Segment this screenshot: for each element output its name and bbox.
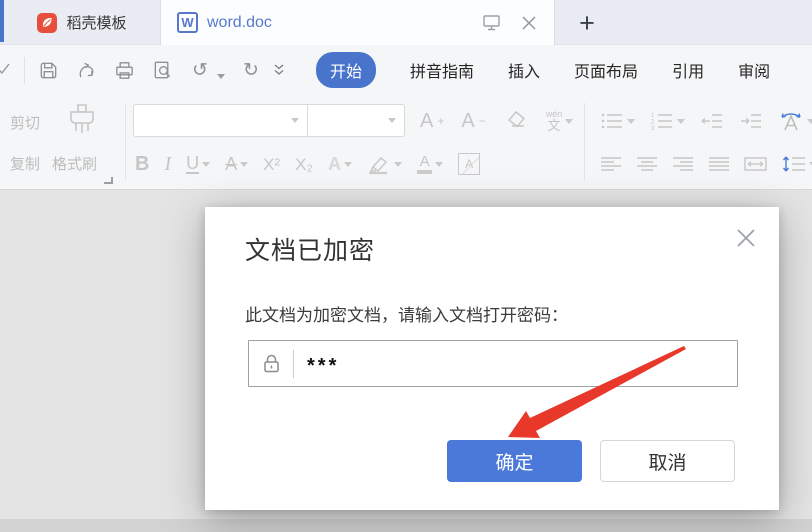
chevron-down-icon <box>394 161 403 167</box>
ribbon-tab-page-layout[interactable]: 页面布局 <box>574 58 638 82</box>
decrease-indent-icon[interactable] <box>700 111 724 131</box>
quick-access-toolbar: ↺ ↻ <box>36 58 263 82</box>
svg-text:3: 3 <box>651 126 655 131</box>
cancel-button[interactable]: 取消 <box>600 440 735 482</box>
redo-icon[interactable]: ↻ <box>239 58 263 82</box>
increase-indent-icon[interactable] <box>739 111 763 131</box>
tab-close-icon[interactable] <box>520 14 538 32</box>
font-combo-group <box>133 104 405 137</box>
password-value: *** <box>307 355 340 377</box>
text-direction-icon[interactable] <box>778 110 812 132</box>
bullet-list-icon[interactable] <box>600 111 635 131</box>
lock-icon <box>249 341 293 386</box>
wps-writer-icon: W <box>177 12 198 33</box>
highlight-color-icon[interactable] <box>367 153 403 175</box>
grow-font-button[interactable]: A + <box>420 111 444 131</box>
chevron-down-icon <box>677 118 685 124</box>
paragraph-align-tools <box>600 147 812 181</box>
screen-share-icon[interactable] <box>482 14 502 32</box>
underline-button[interactable]: U <box>186 154 211 174</box>
ribbon-tab-references[interactable]: 引用 <box>672 58 704 82</box>
dialog-title: 文档已加密 <box>245 237 376 265</box>
subscript-button[interactable]: X₂ <box>295 156 313 173</box>
chevron-down-icon <box>291 118 299 123</box>
pinyin-guide-button[interactable]: wén 文 <box>546 110 574 132</box>
format-painter-label[interactable]: 格式刷 <box>52 153 97 174</box>
print-preview-icon[interactable] <box>150 58 174 82</box>
svg-text:1: 1 <box>651 113 655 119</box>
italic-button[interactable]: I <box>164 154 171 174</box>
toolbar-divider <box>24 57 25 84</box>
character-scaling-icon[interactable] <box>744 155 768 173</box>
numbered-list-icon[interactable]: 123 <box>650 111 685 131</box>
character-shading-button[interactable]: A <box>458 153 481 175</box>
font-name-select[interactable] <box>134 105 308 136</box>
bold-button[interactable]: B <box>135 154 149 174</box>
status-bar <box>0 519 812 532</box>
shrink-font-button[interactable]: A − <box>461 111 485 131</box>
chevron-down-icon <box>627 118 635 124</box>
save-icon[interactable] <box>36 58 60 82</box>
font-style-tools: B I U A X² X₂ A A A <box>135 147 481 181</box>
password-input[interactable]: *** <box>248 340 738 387</box>
tab-bar: 稻壳模板 W word.doc + <box>0 0 812 45</box>
docer-logo-icon <box>37 12 58 33</box>
tab-doc-label: word.doc <box>207 13 272 31</box>
tab-docer-templates[interactable]: 稻壳模板 <box>4 0 160 45</box>
toolbar-divider <box>584 103 585 181</box>
align-center-icon[interactable] <box>636 156 658 172</box>
cut-button[interactable]: 剪切 <box>10 112 40 133</box>
password-dialog: 文档已加密 此文档为加密文档，请输入文档打开密码： *** 确定 取消 <box>205 207 779 510</box>
collapse-toolbar-icon[interactable] <box>272 62 286 78</box>
superscript-button[interactable]: X² <box>263 156 280 173</box>
ribbon-tab-insert[interactable]: 插入 <box>508 58 540 82</box>
new-tab-button[interactable]: + <box>570 6 604 40</box>
clear-format-icon[interactable] <box>503 109 529 133</box>
undo-dropdown-caret[interactable] <box>217 74 225 79</box>
dialog-close-icon[interactable] <box>733 225 759 251</box>
menu-check-icon[interactable] <box>0 61 12 77</box>
align-right-icon[interactable] <box>672 156 694 172</box>
group-corner-mark <box>104 177 113 184</box>
format-painter-icon[interactable] <box>64 103 100 137</box>
chevron-down-icon <box>240 161 249 167</box>
copy-button[interactable]: 复制 <box>10 153 40 174</box>
toolbar-divider <box>125 103 126 181</box>
wps-writer-window: 稻壳模板 W word.doc + ↺ ↻ 开始 拼音指南 插入 页面布局 引用… <box>0 0 812 532</box>
strikethrough-button[interactable]: A <box>225 155 249 173</box>
justify-icon[interactable] <box>708 156 730 172</box>
tab-word-doc[interactable]: W word.doc <box>160 0 555 45</box>
undo-icon[interactable]: ↺ <box>188 58 212 82</box>
line-spacing-icon[interactable] <box>782 154 812 174</box>
ribbon-tab-row: ↺ ↻ 开始 拼音指南 插入 页面布局 引用 审阅 <box>0 45 812 95</box>
chevron-down-icon <box>344 161 353 167</box>
ribbon-tab-review[interactable]: 审阅 <box>738 58 770 82</box>
input-divider <box>293 349 294 378</box>
text-effects-button[interactable]: A <box>328 155 353 173</box>
list-indent-tools: 123 <box>600 104 812 138</box>
tab-docer-label: 稻壳模板 <box>66 15 127 32</box>
export-pdf-icon[interactable] <box>74 58 98 82</box>
ribbon-tab-home[interactable]: 开始 <box>316 52 377 88</box>
formatting-toolbar: 剪切 复制 格式刷 A + A − wén 文 1 2 3 B I U A X²… <box>0 95 812 190</box>
font-color-button[interactable]: A <box>417 154 444 174</box>
chevron-down-icon <box>807 118 812 124</box>
chevron-down-icon <box>435 161 444 167</box>
align-left-icon[interactable] <box>600 156 622 172</box>
dialog-message: 此文档为加密文档，请输入文档打开密码： <box>245 306 568 325</box>
ok-button[interactable]: 确定 <box>447 440 582 482</box>
ribbon-tab-pinyin-guide[interactable]: 拼音指南 <box>410 58 474 82</box>
font-size-tools: A + A − wén 文 <box>420 104 574 138</box>
color-swatch <box>417 170 433 174</box>
chevron-down-icon <box>565 118 574 124</box>
font-size-select[interactable] <box>308 105 404 136</box>
chevron-down-icon <box>202 161 211 167</box>
svg-text:2: 2 <box>651 120 655 126</box>
ribbon-tabs: 开始 拼音指南 插入 页面布局 引用 审阅 <box>316 45 770 95</box>
print-icon[interactable] <box>112 58 136 82</box>
chevron-down-icon <box>388 118 396 123</box>
